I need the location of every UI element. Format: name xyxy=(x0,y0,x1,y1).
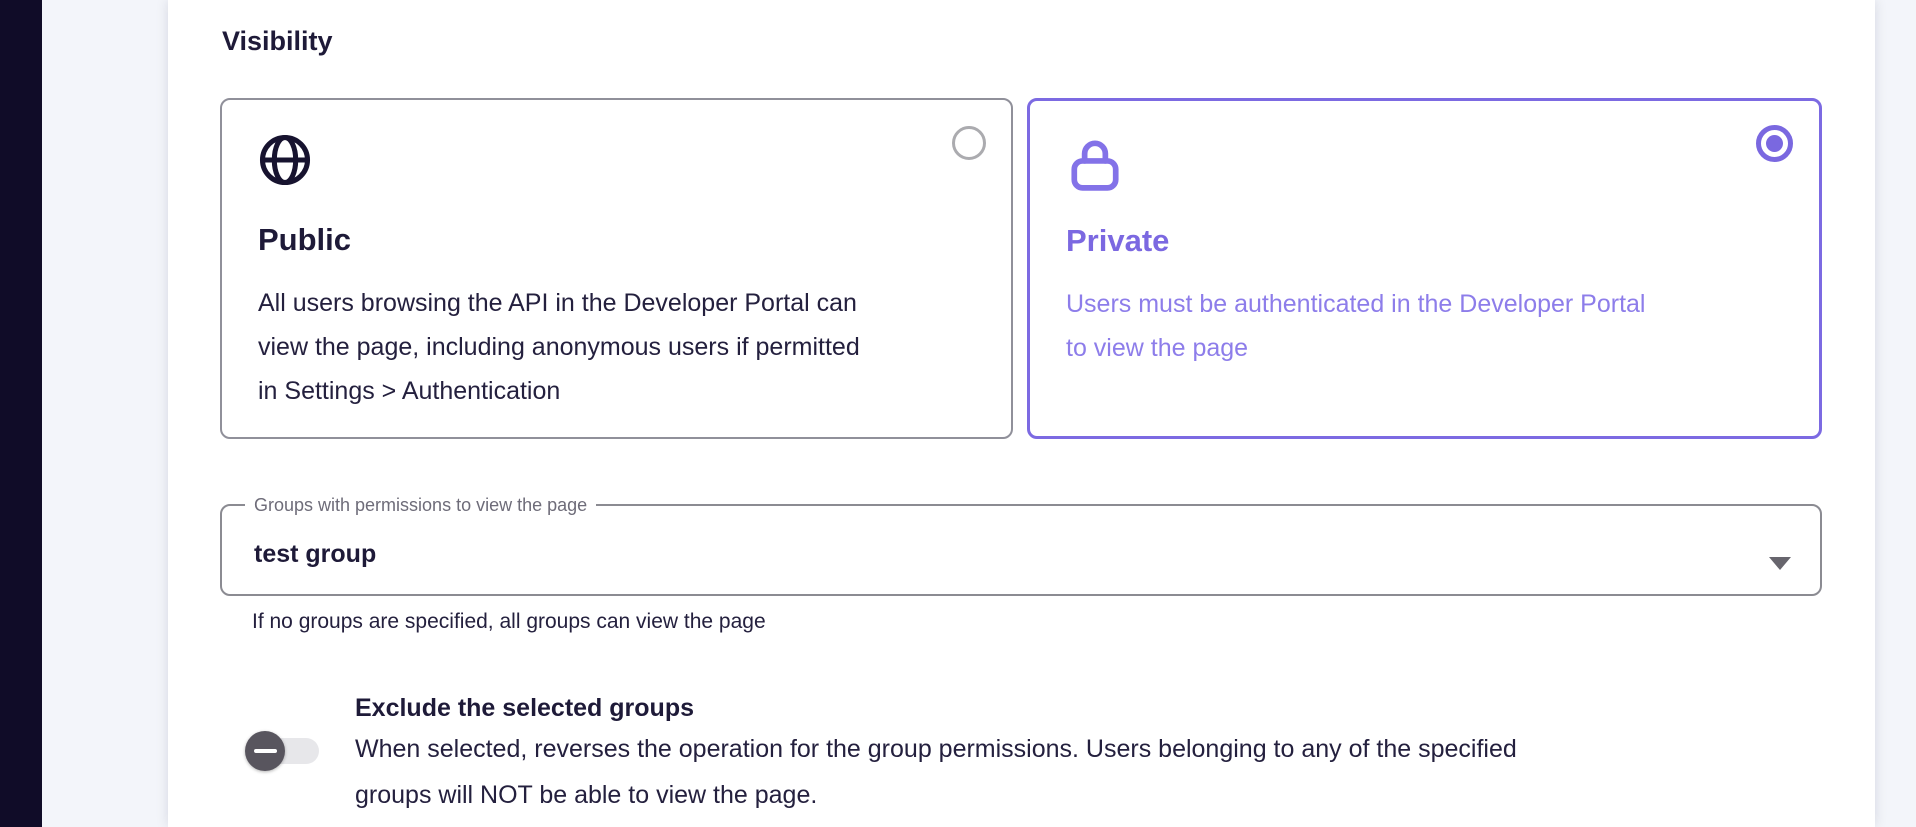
groups-select-label: Groups with permissions to view the page xyxy=(245,496,596,514)
caret-down-icon[interactable] xyxy=(1769,557,1791,570)
lock-icon xyxy=(1066,134,1779,194)
exclude-groups-text: Exclude the selected groups When selecte… xyxy=(355,693,1517,818)
exclude-groups-toggle[interactable] xyxy=(245,731,319,771)
public-desc-line: All users browsing the API in the Develo… xyxy=(258,281,971,325)
page-settings-panel: Visibility Public All users browsing the… xyxy=(168,0,1875,827)
groups-select[interactable]: Groups with permissions to view the page… xyxy=(220,496,1822,596)
public-option-description: All users browsing the API in the Develo… xyxy=(258,281,971,413)
visibility-options: Public All users browsing the API in the… xyxy=(220,98,1822,439)
exclude-desc-line: When selected, reverses the operation fo… xyxy=(355,726,1517,772)
minus-icon[interactable] xyxy=(245,731,285,771)
exclude-groups-description: When selected, reverses the operation fo… xyxy=(355,726,1517,818)
visibility-option-private[interactable]: Private Users must be authenticated in t… xyxy=(1027,98,1822,439)
groups-helper-text: If no groups are specified, all groups c… xyxy=(252,610,1822,634)
private-desc-line: to view the page xyxy=(1066,326,1779,370)
public-radio-button[interactable] xyxy=(952,126,986,160)
public-desc-line: view the page, including anonymous users… xyxy=(258,325,971,369)
public-desc-line: in Settings > Authentication xyxy=(258,369,971,413)
visibility-option-public[interactable]: Public All users browsing the API in the… xyxy=(220,98,1013,439)
groups-select-value: test group xyxy=(254,540,376,569)
app-sidebar xyxy=(0,0,42,827)
private-desc-line: Users must be authenticated in the Devel… xyxy=(1066,282,1779,326)
exclude-groups-row: Exclude the selected groups When selecte… xyxy=(220,693,1822,818)
globe-icon xyxy=(258,133,971,193)
private-radio-button[interactable] xyxy=(1756,125,1793,162)
private-option-description: Users must be authenticated in the Devel… xyxy=(1066,282,1779,370)
private-option-title: Private xyxy=(1066,224,1779,258)
exclude-groups-label: Exclude the selected groups xyxy=(355,693,1517,723)
exclude-desc-line: groups will NOT be able to view the page… xyxy=(355,772,1517,818)
public-option-title: Public xyxy=(258,223,971,257)
visibility-section-title: Visibility xyxy=(222,28,1822,55)
